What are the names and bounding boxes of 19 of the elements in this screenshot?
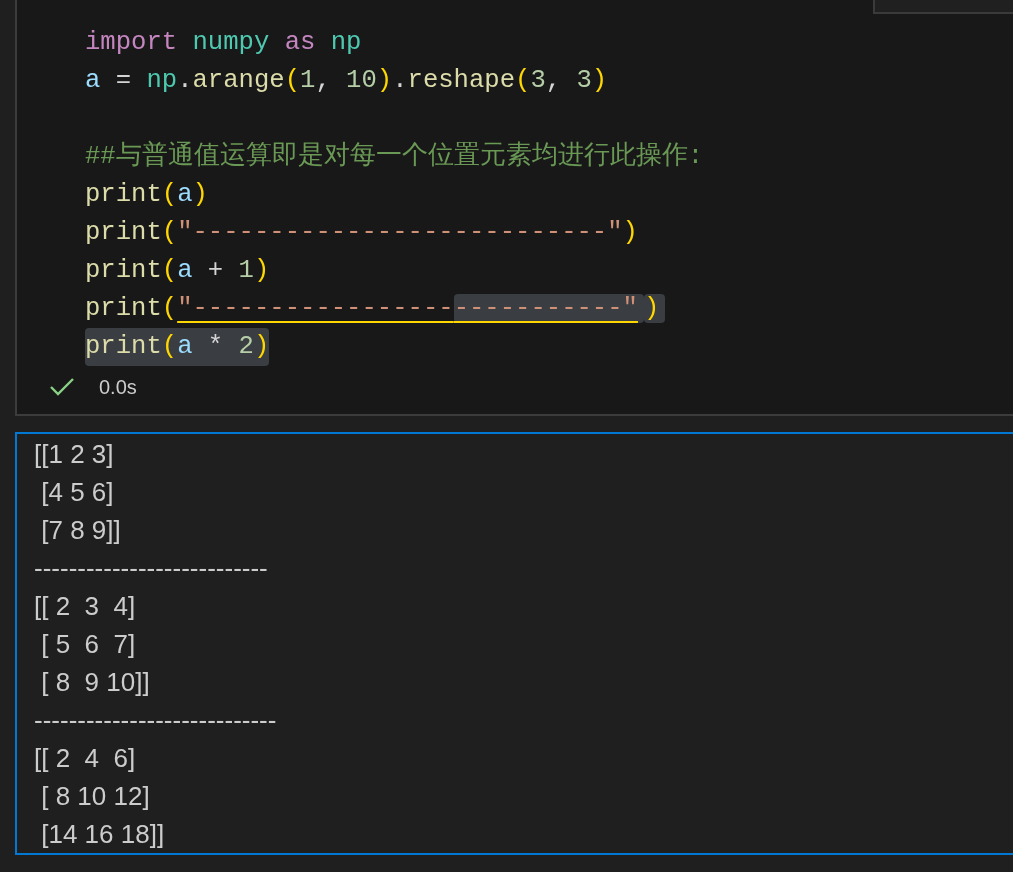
code-line: print("----------------------------" )	[85, 290, 666, 328]
output-line: [ 8 10 12]	[40, 779, 150, 813]
output-line: ---------------------------	[34, 551, 268, 585]
output-line: [[ 2 3 4]	[34, 589, 136, 623]
output-line: ----------------------------	[34, 703, 277, 737]
output-line: [ 5 6 7]	[40, 627, 136, 661]
output-line: [[1 2 3]	[34, 437, 114, 471]
output-line: [14 16 18]]	[40, 817, 165, 851]
execution-time: 0.0s	[99, 375, 137, 400]
code-line: print("---------------------------")	[85, 217, 638, 249]
code-line: print(a + 1)	[85, 255, 270, 287]
code-line: ##与普通值运算即是对每一个位置元素均进行此操作:	[85, 139, 704, 173]
code-line: a = np.arange(1, 10).reshape(3, 3)	[85, 65, 608, 97]
code-line: print(a)	[85, 179, 208, 211]
output-line: [4 5 6]	[40, 475, 114, 509]
output-line: [7 8 9]]	[40, 513, 121, 547]
output-line: [[ 2 4 6]	[34, 741, 136, 775]
code-line: import numpy as np	[85, 27, 362, 59]
output-line: [ 8 9 10]]	[40, 665, 150, 699]
